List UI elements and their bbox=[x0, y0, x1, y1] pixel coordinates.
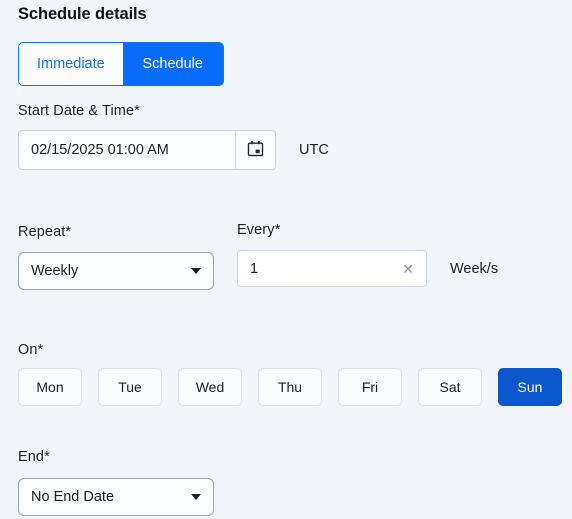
page-title: Schedule details bbox=[18, 5, 147, 23]
day-button-sun[interactable]: Sun bbox=[498, 368, 562, 406]
calendar-icon bbox=[247, 140, 264, 160]
day-button-tue[interactable]: Tue bbox=[98, 368, 162, 406]
repeat-label: Repeat* bbox=[18, 224, 72, 240]
timezone-label: UTC bbox=[299, 142, 329, 158]
day-button-mon[interactable]: Mon bbox=[18, 368, 82, 406]
repeat-select[interactable]: Weekly bbox=[18, 252, 214, 290]
every-field-group[interactable]: ✕ bbox=[237, 250, 427, 287]
on-label: On* bbox=[18, 342, 44, 358]
schedule-details-panel: Schedule details Immediate Schedule Star… bbox=[0, 0, 572, 519]
repeat-select-value: Weekly bbox=[31, 263, 79, 279]
end-select-value: No End Date bbox=[31, 489, 115, 505]
clear-icon[interactable]: ✕ bbox=[398, 262, 426, 276]
start-datetime-group[interactable] bbox=[18, 130, 276, 170]
every-label: Every* bbox=[237, 222, 281, 238]
chevron-down-icon bbox=[191, 494, 201, 500]
day-button-sat[interactable]: Sat bbox=[418, 368, 482, 406]
day-button-fri[interactable]: Fri bbox=[338, 368, 402, 406]
schedule-mode-toggle[interactable]: Immediate Schedule bbox=[18, 42, 224, 86]
calendar-picker-button[interactable] bbox=[235, 131, 275, 169]
day-button-wed[interactable]: Wed bbox=[178, 368, 242, 406]
day-of-week-selector: Mon Tue Wed Thu Fri Sat Sun bbox=[18, 368, 562, 406]
mode-option-schedule[interactable]: Schedule bbox=[122, 43, 223, 85]
end-select[interactable]: No End Date bbox=[18, 478, 214, 516]
every-unit-label: Week/s bbox=[450, 261, 499, 277]
mode-option-immediate[interactable]: Immediate bbox=[19, 43, 123, 85]
start-datetime-input[interactable] bbox=[19, 131, 235, 169]
start-datetime-label: Start Date & Time* bbox=[18, 103, 140, 119]
end-label: End* bbox=[18, 449, 50, 465]
every-input[interactable] bbox=[238, 260, 399, 277]
chevron-down-icon bbox=[191, 268, 201, 274]
day-button-thu[interactable]: Thu bbox=[258, 368, 322, 406]
